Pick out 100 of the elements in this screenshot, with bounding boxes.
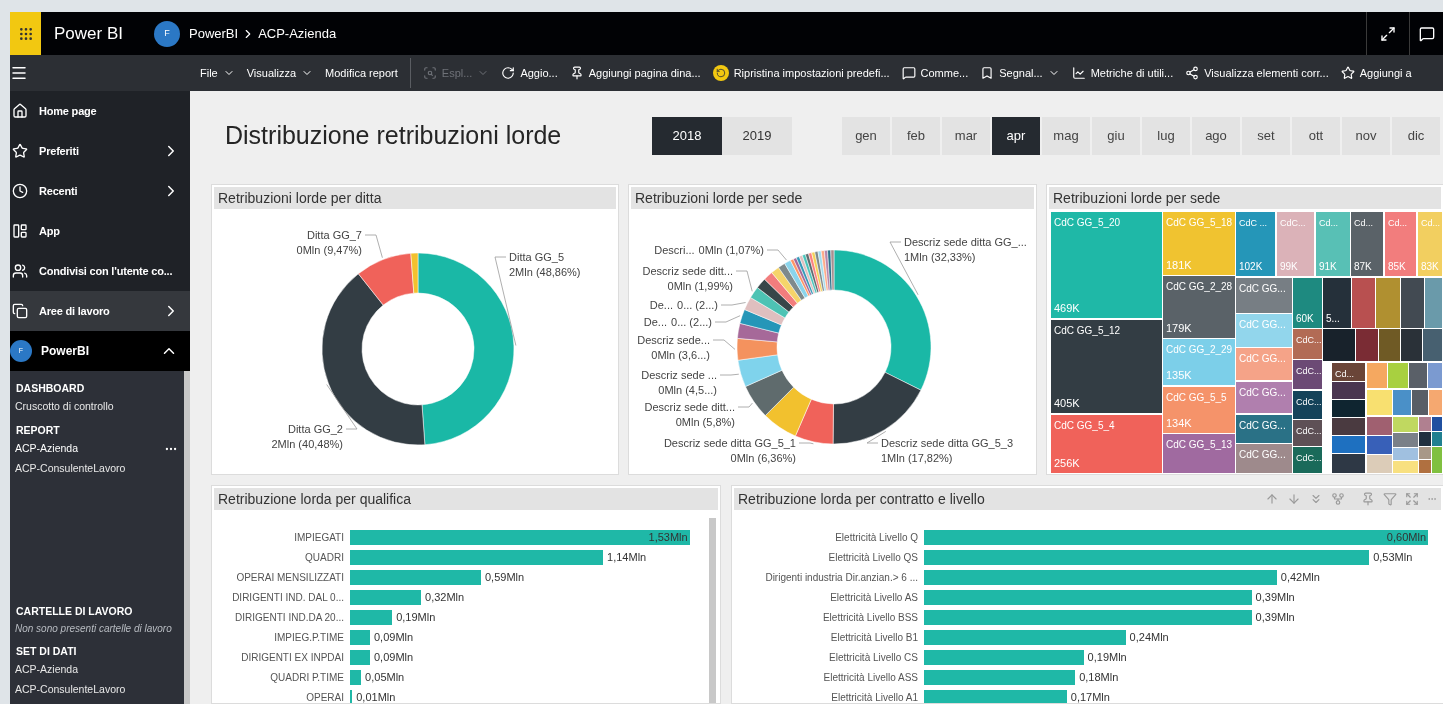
panel-link[interactable]: ACP-ConsulenteLavoro <box>15 680 184 700</box>
tile-text: CdC ... 102K <box>1239 218 1267 272</box>
category-label: Elettricità Livello BSS <box>821 611 919 625</box>
value-label: 0,59Mln <box>484 570 525 585</box>
month-tab[interactable]: mag <box>1042 116 1090 155</box>
category-label: Elettricità Livello ASS <box>822 671 919 685</box>
toolbar-button[interactable]: Aggio... <box>501 58 558 88</box>
tile-text: CdC GG_5_4 256K <box>1054 420 1115 469</box>
bookmark-icon <box>980 66 995 80</box>
tile-text: CdC GG... <box>1239 319 1286 330</box>
pin-icon <box>569 66 584 80</box>
toolbar-button[interactable]: Aggiungi pagina dina... <box>569 58 701 88</box>
stacked-windows-icon <box>12 303 28 319</box>
tile-text: CdC GG_5_5 134K <box>1166 392 1227 429</box>
tile-text: Cd... 91K <box>1319 218 1338 272</box>
leader-line <box>719 373 740 376</box>
double-down-icon[interactable] <box>1309 492 1323 506</box>
tile-text: CdC GG_5_18 181K <box>1166 217 1233 271</box>
slice-label: Descri... 0Mln (1,07%) <box>654 244 764 256</box>
month-tab[interactable]: lug <box>1142 116 1190 155</box>
month-tab[interactable]: mar <box>942 116 990 155</box>
tile-text: CdC GG... <box>1239 387 1286 398</box>
leader-line <box>720 302 746 306</box>
tile-text: CdC GG_2_29 135K <box>1166 344 1233 381</box>
month-tab[interactable]: feb <box>892 116 940 155</box>
tile-text: CdC GG... <box>1239 353 1286 364</box>
slice-label: Ditta GG_2 2Mln (40,48%) <box>271 423 343 450</box>
month-tab[interactable]: dic <box>1392 116 1440 155</box>
toolbar-button[interactable]: Metriche di utili... <box>1071 58 1174 88</box>
breadcrumb-link[interactable]: PowerBI <box>189 23 239 44</box>
panel-link[interactable]: Cruscotto di controllo <box>15 397 184 417</box>
magnifier-icon <box>422 66 437 80</box>
category-label: DIRIGENTI IND.DA 20... <box>234 611 345 625</box>
category-label: Dirigenti industria Dir.anzian.> 6 ... <box>764 571 919 585</box>
year-tab[interactable]: 2019 <box>722 116 792 155</box>
pin-icon[interactable] <box>1361 492 1375 506</box>
empty-note: Non sono presenti cartelle di lavoro <box>15 622 173 636</box>
toolbar-button[interactable]: Visualizza elementi corr... <box>1185 58 1329 88</box>
month-tab[interactable]: giu <box>1092 116 1140 155</box>
tile-text: CdC... <box>1296 453 1322 463</box>
sort-up-icon[interactable] <box>1265 492 1279 506</box>
panel-link[interactable]: ACP-Azienda <box>15 439 184 459</box>
hierarchy-icon[interactable] <box>1331 492 1345 506</box>
waffle-icon <box>17 25 34 42</box>
panel-link[interactable]: ACP-Azienda <box>15 660 184 680</box>
toolbar-button[interactable]: Modifica report <box>325 58 398 88</box>
section-heading: CARTELLE DI LAVORO <box>15 604 134 619</box>
tile-text: CdC... <box>1296 426 1322 436</box>
people-icon <box>12 263 28 279</box>
app-name: Power BI <box>54 22 123 45</box>
sort-down-icon[interactable] <box>1287 492 1301 506</box>
value-label: 0,18Mln <box>1079 670 1119 685</box>
card-title: Retribuzioni lorde per sede <box>1053 188 1221 208</box>
leader-line <box>766 249 787 261</box>
value-label: 1,53Mln <box>648 530 688 545</box>
breadcrumb-link[interactable]: ACP-Azienda <box>258 23 337 44</box>
slice-label: Descriz sede ditta GG_5_1 0Mln (6,36%) <box>663 437 796 464</box>
tile-text: CdC GG... <box>1239 449 1286 460</box>
panel-link[interactable]: ACP-ConsulenteLavoro <box>15 459 184 479</box>
tile-text: CdC GG... <box>1239 283 1286 294</box>
toolbar-button[interactable]: Aggiungi a <box>1340 58 1412 88</box>
month-tab[interactable]: nov <box>1342 116 1390 155</box>
month-tab[interactable]: apr <box>992 116 1040 155</box>
category-label: Elettricità Livello Q <box>834 531 919 545</box>
value-label: 0,09Mln <box>373 650 414 665</box>
toolbar-button[interactable]: Comme... <box>901 58 969 88</box>
month-tab[interactable]: ago <box>1192 116 1240 155</box>
tile-text: 5... <box>1326 313 1340 324</box>
tile-text: Cd... 85K <box>1388 218 1407 272</box>
value-label: 0,53Mln <box>1373 550 1413 565</box>
slice-label: Descriz sede ... 0Mln (4,5...) <box>641 369 717 396</box>
slice-label: Ditta GG_7 0Mln (9,47%) <box>296 229 362 256</box>
category-label: Elettricità Livello B1 <box>829 631 919 645</box>
tile-text: CdC GG_5_12 405K <box>1054 325 1121 409</box>
leader-line <box>735 270 753 292</box>
tile-text: CdC GG_5_20 469K <box>1054 217 1121 314</box>
category-label: IMPIEGATI <box>293 531 345 545</box>
category-label: Elettricità Livello CS <box>828 651 919 665</box>
expand-arrows-icon <box>1380 25 1396 42</box>
leader-line <box>712 339 736 350</box>
toolbar-button[interactable]: File <box>200 58 235 88</box>
nav-item[interactable]: Aree di lavoro <box>10 291 190 331</box>
tile-text: Cd... 83K <box>1421 218 1440 272</box>
filter-icon[interactable] <box>1383 492 1397 506</box>
star-icon <box>1340 66 1355 80</box>
card-title: Retribuzione lorda per qualifica <box>218 489 411 509</box>
toolbar-button[interactable]: Visualizza <box>246 58 314 88</box>
year-tab[interactable]: 2018 <box>652 116 722 155</box>
toolbar-button[interactable]: Segnal... <box>980 58 1060 88</box>
share-icon <box>1185 66 1200 80</box>
app-launcher-button[interactable] <box>10 12 41 55</box>
month-tab[interactable]: ott <box>1292 116 1340 155</box>
category-label: Elettricità Livello QS <box>827 551 919 565</box>
comment-icon <box>901 66 916 80</box>
month-tab[interactable]: gen <box>842 116 890 155</box>
card-title: Retribuzione lorda per contratto e livello <box>738 489 985 509</box>
focus-mode-icon[interactable] <box>1405 492 1419 506</box>
month-tab[interactable]: set <box>1242 116 1290 155</box>
comment-icon <box>1418 25 1435 42</box>
toolbar-button[interactable]: Ripristina impostazioni predefi... <box>712 58 890 88</box>
